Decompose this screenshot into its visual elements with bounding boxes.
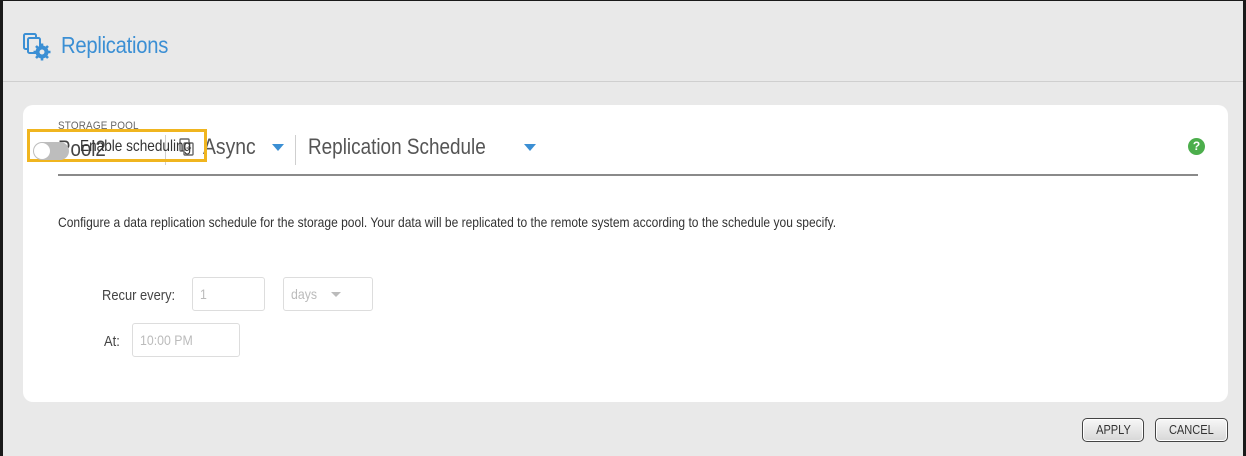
recur-unit-select[interactable]: days bbox=[283, 277, 373, 311]
cancel-button-label: CANCEL bbox=[1169, 422, 1214, 437]
page-title: Replications bbox=[61, 32, 169, 58]
time-value: 10:00 PM bbox=[140, 332, 193, 348]
help-icon[interactable]: ? bbox=[1188, 138, 1205, 155]
cancel-button[interactable]: CANCEL bbox=[1155, 418, 1228, 442]
recur-interval-value: 1 bbox=[200, 286, 207, 302]
enable-scheduling-label: Enable scheduling bbox=[80, 138, 192, 155]
enable-scheduling-toggle[interactable] bbox=[33, 142, 69, 160]
chevron-down-icon bbox=[331, 292, 341, 297]
recur-interval-input[interactable]: 1 bbox=[192, 277, 265, 311]
replication-settings-icon bbox=[23, 33, 51, 61]
divider bbox=[295, 135, 296, 165]
at-label: At: bbox=[104, 333, 120, 350]
header-rule bbox=[58, 174, 1198, 176]
chevron-down-icon bbox=[524, 144, 536, 151]
apply-button[interactable]: APPLY bbox=[1082, 418, 1144, 442]
view-label: Replication Schedule bbox=[308, 134, 486, 159]
schedule-description: Configure a data replication schedule fo… bbox=[58, 214, 837, 230]
chevron-down-icon bbox=[272, 144, 284, 151]
apply-button-label: APPLY bbox=[1095, 422, 1131, 437]
time-input[interactable]: 10:00 PM bbox=[132, 323, 240, 357]
page-header: Replications bbox=[3, 1, 1243, 82]
recur-every-label: Recur every: bbox=[102, 287, 176, 304]
recur-unit-value: days bbox=[291, 286, 318, 302]
mode-label: Async bbox=[203, 134, 256, 159]
toggle-knob bbox=[34, 143, 50, 159]
